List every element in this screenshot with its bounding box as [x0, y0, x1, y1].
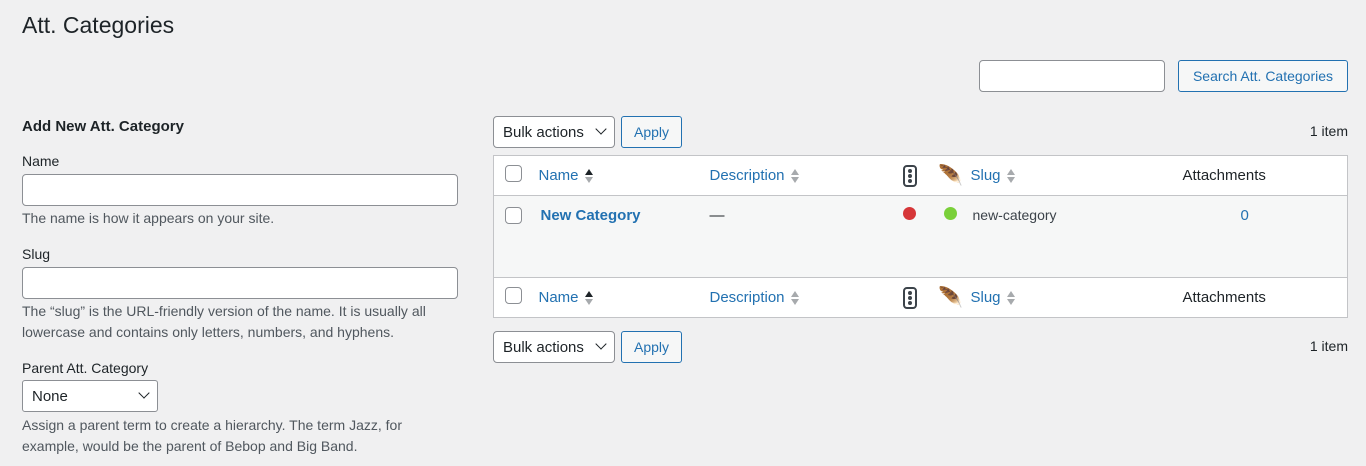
attachments-header: Attachments [1129, 155, 1348, 196]
parent-help-line: example, would be the parent of Bebop an… [22, 438, 358, 454]
attachments-header: Attachments [1129, 277, 1348, 318]
sort-icon [584, 290, 593, 306]
slug-help: The “slug” is the URL-friendly version o… [22, 301, 426, 343]
sort-name[interactable]: Name [539, 289, 579, 306]
name-help: The name is how it appears on your site. [22, 210, 275, 226]
apply-button-bottom[interactable]: Apply [621, 331, 682, 363]
bulk-actions-value: Bulk actions [503, 338, 584, 356]
row-checkbox[interactable] [505, 207, 522, 224]
categories-table: Name Description 🪶 Slug Attachments New … [493, 155, 1348, 318]
table-header: Name Description 🪶 Slug Attachments [493, 155, 1348, 196]
chevron-down-icon [595, 123, 607, 135]
parent-select[interactable]: None [22, 380, 158, 412]
sort-icon [790, 168, 799, 184]
traffic-light-icon [902, 164, 917, 187]
sort-description[interactable]: Description [710, 289, 785, 306]
bulk-actions-value: Bulk actions [503, 123, 584, 141]
sort-slug[interactable]: Slug [971, 289, 1001, 306]
parent-help: Assign a parent term to create a hierarc… [22, 415, 402, 457]
item-count-top: 1 item [1309, 123, 1348, 139]
parent-help-line: Assign a parent term to create a hierarc… [22, 417, 402, 433]
category-description: — [709, 195, 888, 278]
sort-icon [790, 290, 799, 306]
sort-icon [1006, 168, 1015, 184]
slug-help-line: lowercase and contains only letters, num… [22, 324, 394, 340]
sort-name[interactable]: Name [539, 167, 579, 184]
category-name-link[interactable]: New Category [541, 207, 641, 224]
sort-description[interactable]: Description [710, 167, 785, 184]
page-title: Att. Categories [22, 12, 175, 38]
table-row: New Category — new-category 0 [493, 195, 1348, 278]
search-button[interactable]: Search Att. Categories [1178, 60, 1348, 92]
sort-slug[interactable]: Slug [971, 167, 1001, 184]
chevron-down-icon [595, 338, 607, 350]
parent-select-value: None [32, 387, 68, 405]
bulk-actions-select-top[interactable]: Bulk actions [493, 116, 615, 148]
status-green-dot [944, 207, 957, 220]
search-input[interactable] [979, 60, 1165, 92]
parent-label: Parent Att. Category [22, 360, 149, 376]
feather-icon: 🪶 [931, 155, 970, 196]
feather-icon: 🪶 [931, 277, 970, 318]
category-slug: new-category [969, 195, 1130, 278]
traffic-light-icon [902, 286, 917, 309]
select-all-checkbox[interactable] [505, 165, 522, 182]
sort-icon [584, 168, 593, 184]
slug-help-line: The “slug” is the URL-friendly version o… [22, 303, 426, 319]
apply-button-top[interactable]: Apply [621, 116, 682, 148]
chevron-down-icon [138, 387, 150, 399]
item-count-bottom: 1 item [1309, 338, 1348, 354]
select-all-checkbox-footer[interactable] [505, 287, 522, 304]
form-heading: Add New Att. Category [22, 118, 184, 135]
status-red-dot [903, 207, 916, 220]
slug-input[interactable] [22, 267, 458, 299]
name-label: Name [22, 153, 60, 169]
slug-label: Slug [22, 246, 51, 262]
sort-icon [1006, 290, 1015, 306]
table-footer: Name Description 🪶 Slug Attachments [493, 277, 1348, 318]
name-input[interactable] [22, 174, 458, 206]
bulk-actions-select-bottom[interactable]: Bulk actions [493, 331, 615, 363]
attachments-count-link[interactable]: 0 [1241, 207, 1249, 224]
